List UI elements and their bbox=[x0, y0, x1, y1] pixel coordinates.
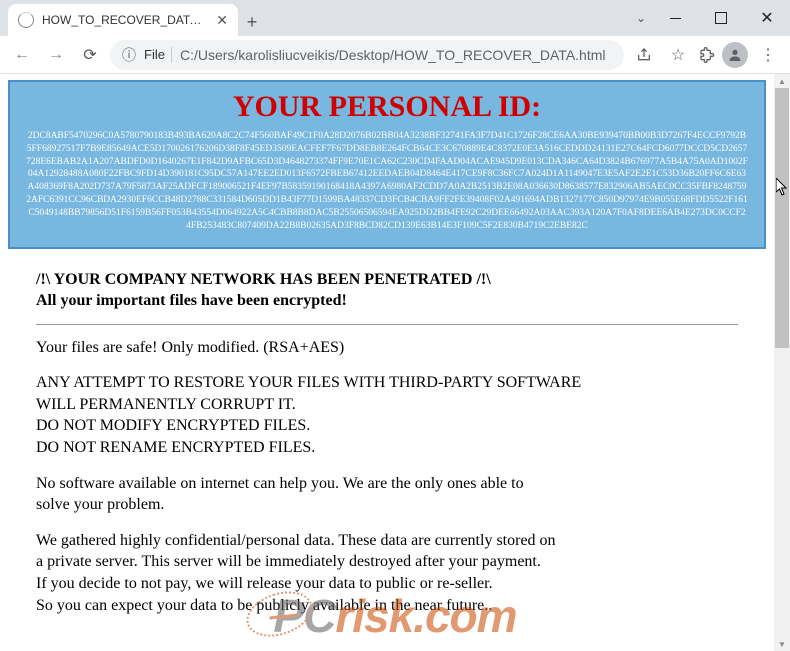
chevron-down-icon[interactable]: ⌄ bbox=[636, 11, 646, 25]
paragraph-nosw-1: No software available on internet can he… bbox=[36, 473, 738, 495]
viewport: YOUR PERSONAL ID: 2DC8ABF5470296C0A57807… bbox=[0, 74, 790, 651]
close-button[interactable]: ✕ bbox=[744, 0, 790, 36]
paragraph-attempt-2: WILL PERMANENTLY CORRUPT IT. bbox=[36, 394, 738, 416]
page-content: YOUR PERSONAL ID: 2DC8ABF5470296C0A57807… bbox=[0, 74, 774, 651]
id-hex: 2DC8ABF5470296C0A5780790183B493BA620A8C2… bbox=[26, 130, 748, 233]
warning-subline: All your important files have been encry… bbox=[36, 290, 738, 312]
window-controls: ⌄ ✕ bbox=[636, 0, 790, 36]
extensions-icon[interactable] bbox=[698, 46, 716, 64]
file-icon bbox=[18, 12, 34, 28]
maximize-button[interactable] bbox=[698, 0, 744, 36]
browser-tab[interactable]: HOW_TO_RECOVER_DATA.html ✕ bbox=[8, 4, 238, 36]
id-title: YOUR PERSONAL ID: bbox=[26, 90, 748, 124]
paragraph-rename: DO NOT RENAME ENCRYPTED FILES. bbox=[36, 437, 738, 459]
scrollbar-thumb[interactable] bbox=[775, 88, 789, 348]
paragraph-gather-3: If you decide to not pay, we will releas… bbox=[36, 573, 738, 595]
ransom-note-body: /!\ YOUR COMPANY NETWORK HAS BEEN PENETR… bbox=[8, 249, 766, 617]
address-bar[interactable]: ⓘ File C:/Users/karolisliucveikis/Deskto… bbox=[110, 40, 624, 70]
divider bbox=[36, 324, 738, 325]
file-scheme-chip: File bbox=[144, 47, 172, 63]
forward-button[interactable]: → bbox=[42, 41, 70, 69]
paragraph-gather-2: a private server. This server will be im… bbox=[36, 551, 738, 573]
close-tab-icon[interactable]: ✕ bbox=[216, 12, 228, 29]
browser-toolbar: ← → ⟳ ⓘ File C:/Users/karolisliucveikis/… bbox=[0, 36, 790, 74]
paragraph-modify: DO NOT MODIFY ENCRYPTED FILES. bbox=[36, 415, 738, 437]
paragraph-attempt-1: ANY ATTEMPT TO RESTORE YOUR FILES WITH T… bbox=[36, 372, 738, 394]
url-text: C:/Users/karolisliucveikis/Desktop/HOW_T… bbox=[180, 47, 606, 63]
personal-id-box: YOUR PERSONAL ID: 2DC8ABF5470296C0A57807… bbox=[8, 80, 766, 249]
paragraph-gather-1: We gathered highly confidential/personal… bbox=[36, 530, 738, 552]
scroll-down-arrow[interactable]: ▼ bbox=[774, 637, 790, 651]
scroll-up-arrow[interactable]: ▲ bbox=[774, 74, 790, 88]
back-button[interactable]: ← bbox=[8, 41, 36, 69]
new-tab-button[interactable]: + bbox=[238, 8, 266, 36]
tab-title: HOW_TO_RECOVER_DATA.html bbox=[42, 13, 208, 27]
scheme-label: File bbox=[144, 47, 165, 62]
profile-avatar[interactable] bbox=[722, 42, 748, 68]
menu-icon[interactable]: ⋮ bbox=[754, 41, 782, 69]
reload-button[interactable]: ⟳ bbox=[76, 41, 104, 69]
warning-headline: /!\ YOUR COMPANY NETWORK HAS BEEN PENETR… bbox=[36, 269, 738, 291]
paragraph-safe: Your files are safe! Only modified. (RSA… bbox=[36, 337, 738, 359]
share-icon[interactable] bbox=[630, 41, 658, 69]
minimize-button[interactable] bbox=[652, 0, 698, 36]
bookmark-icon[interactable]: ☆ bbox=[664, 41, 692, 69]
paragraph-gather-4: So you can expect your data to be public… bbox=[36, 595, 738, 617]
info-icon: ⓘ bbox=[122, 45, 136, 65]
paragraph-nosw-2: solve your problem. bbox=[36, 494, 738, 516]
vertical-scrollbar[interactable]: ▲ ▼ bbox=[774, 74, 790, 651]
